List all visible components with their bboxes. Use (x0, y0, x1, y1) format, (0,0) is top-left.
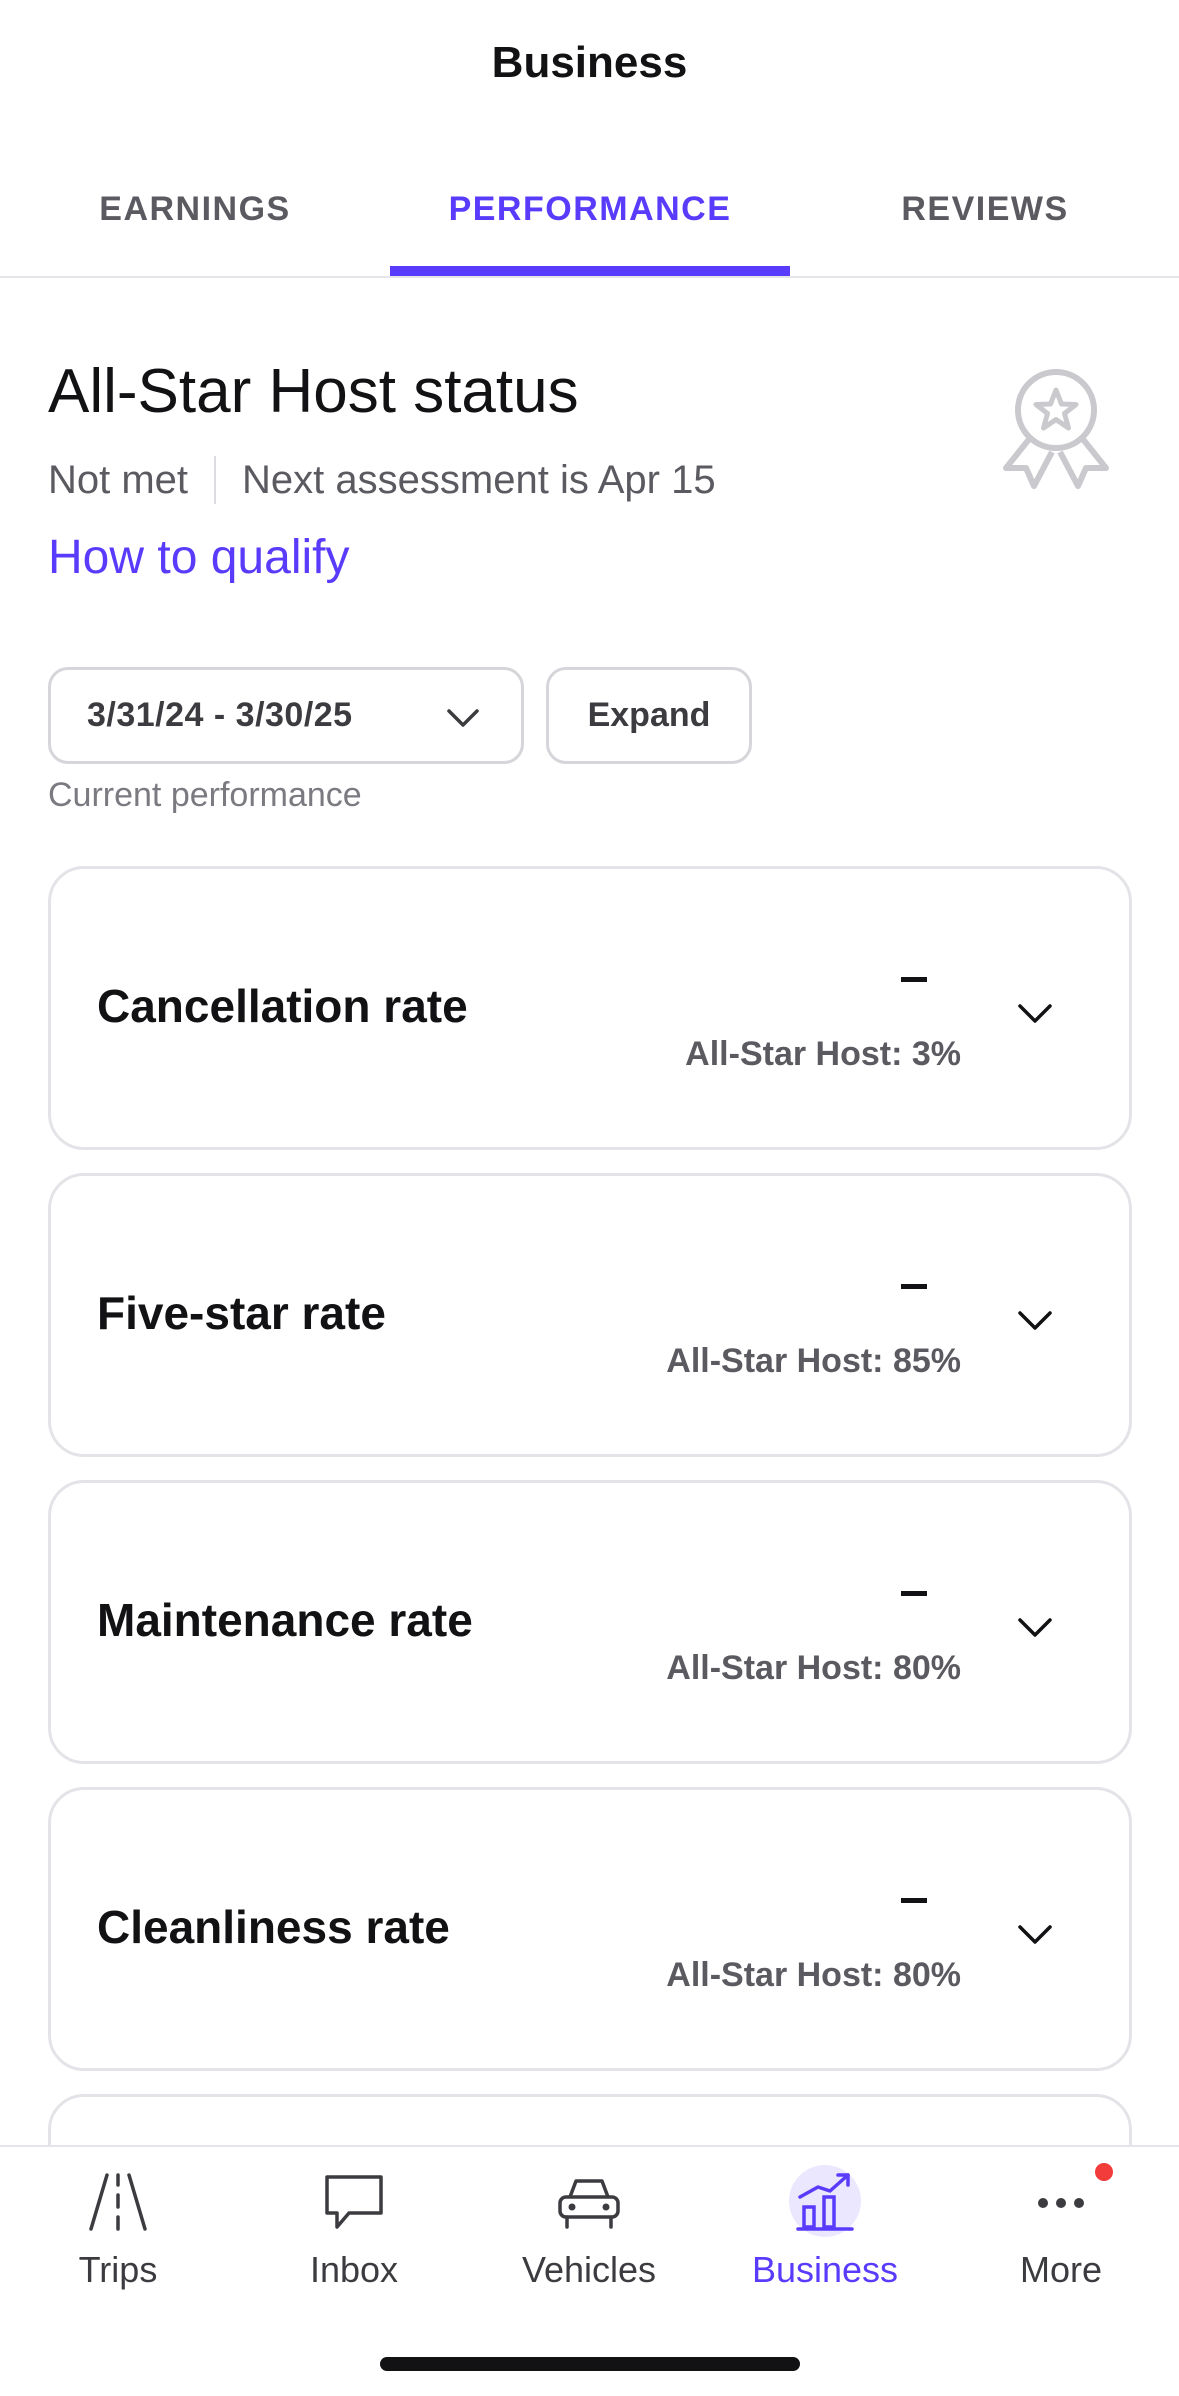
metric-label: Five-star rate (97, 1287, 386, 1339)
business-performance-screen: Business EARNINGS PERFORMANCE REVIEWS Al… (0, 0, 1179, 2396)
nav-vehicles[interactable]: Vehicles (471, 2147, 707, 2347)
tab-earnings[interactable]: EARNINGS (40, 190, 350, 278)
tab-reviews[interactable]: REVIEWS (830, 190, 1140, 278)
more-dots-icon (1038, 2198, 1084, 2208)
metric-label: Cleanliness rate (97, 1901, 450, 1953)
metric-target: All-Star Host: 80% (666, 1649, 961, 1687)
bar-chart-trend-icon (796, 2173, 854, 2231)
award-ribbon-icon (1003, 369, 1109, 489)
car-icon (558, 2179, 620, 2229)
metric-target: All-Star Host: 80% (666, 1956, 961, 1994)
nav-label: Business (751, 2249, 899, 2290)
status-divider (214, 456, 217, 504)
metric-label: Maintenance rate (97, 1594, 473, 1646)
metric-label: Cancellation rate (97, 980, 468, 1032)
nav-inbox[interactable]: Inbox (236, 2147, 472, 2347)
all-star-status-title: All-Star Host status (48, 357, 579, 426)
expand-button[interactable]: Expand (546, 667, 752, 764)
nav-trips[interactable]: Trips (0, 2147, 236, 2347)
next-assessment-text: Next assessment is Apr 15 (242, 457, 716, 502)
metric-card-five-star[interactable]: Five-star rate All-Star Host: 85% (48, 1173, 1132, 1457)
metric-value-empty (901, 1898, 927, 1903)
tab-performance[interactable]: PERFORMANCE (390, 190, 790, 278)
tab-bar: EARNINGS PERFORMANCE REVIEWS (0, 160, 1179, 278)
nav-label: Inbox (309, 2249, 399, 2290)
metric-value-empty (901, 977, 927, 982)
status-row: Not met Next assessment is Apr 15 (48, 454, 716, 506)
nav-business[interactable]: Business (707, 2147, 943, 2347)
date-range-value: 3/31/24 - 3/30/25 (87, 696, 353, 734)
road-icon (89, 2173, 147, 2231)
metric-value-empty (901, 1591, 927, 1596)
how-to-qualify-link[interactable]: How to qualify (48, 530, 349, 585)
status-state: Not met (48, 457, 189, 502)
metric-target: All-Star Host: 85% (666, 1342, 961, 1380)
chevron-down-icon (1018, 1618, 1052, 1637)
notification-dot (1095, 2163, 1113, 2181)
date-range-select[interactable]: 3/31/24 - 3/30/25 (48, 667, 524, 764)
home-indicator (380, 2357, 800, 2371)
metric-card-maintenance[interactable]: Maintenance rate All-Star Host: 80% (48, 1480, 1132, 1764)
chat-bubble-icon (325, 2175, 383, 2229)
metric-value-empty (901, 1284, 927, 1289)
chevron-down-icon (1018, 1004, 1052, 1023)
page-title: Business (491, 38, 688, 87)
nav-label: Trips (78, 2249, 158, 2290)
current-performance-caption: Current performance (48, 776, 362, 814)
nav-label: More (1019, 2249, 1103, 2290)
nav-more[interactable]: More (943, 2147, 1179, 2347)
metric-card-cancellation[interactable]: Cancellation rate All-Star Host: 3% (48, 866, 1132, 1150)
metric-target: All-Star Host: 3% (685, 1035, 961, 1073)
chevron-down-icon (1018, 1311, 1052, 1330)
chevron-down-icon (447, 709, 479, 727)
active-tab-indicator (390, 266, 790, 276)
chevron-down-icon (1018, 1925, 1052, 1944)
nav-label: Vehicles (521, 2249, 657, 2290)
metric-card-cleanliness[interactable]: Cleanliness rate All-Star Host: 80% (48, 1787, 1132, 2071)
